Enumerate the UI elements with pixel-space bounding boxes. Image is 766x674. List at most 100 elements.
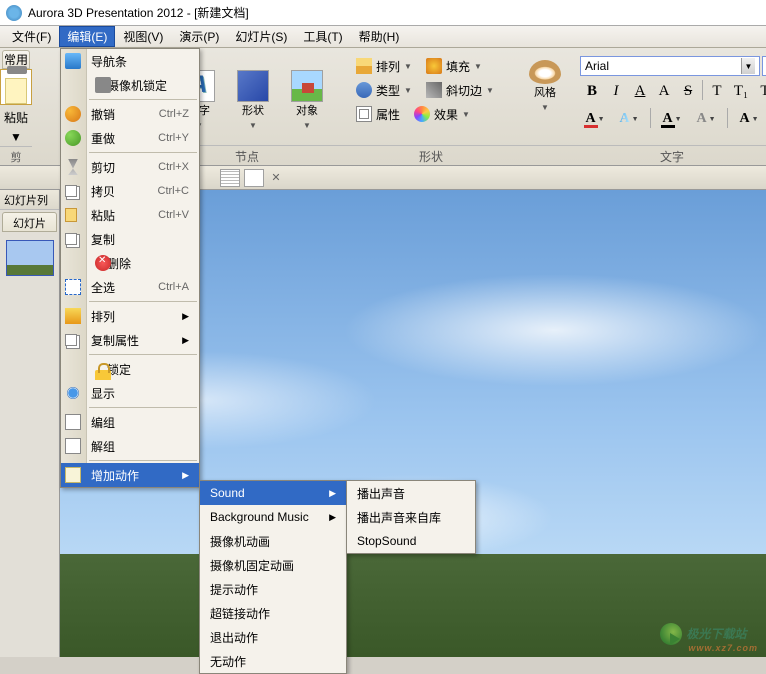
- menu-item[interactable]: 排列▶: [61, 304, 199, 328]
- paste-icon: [0, 69, 32, 105]
- chevron-down-icon: ▼: [632, 116, 639, 123]
- font-name-combo[interactable]: Arial▼: [580, 56, 760, 76]
- text-color-5[interactable]: A▼: [734, 108, 764, 130]
- bevel-icon: [426, 82, 442, 98]
- submenu-item[interactable]: 提示动作: [200, 577, 346, 601]
- object-button[interactable]: 对象▼: [284, 70, 330, 141]
- menu-item[interactable]: 摄像机锁定: [61, 73, 199, 97]
- menu-file[interactable]: 文件(F): [4, 26, 59, 47]
- edit-menu-dropdown[interactable]: 导航条摄像机锁定撤销Ctrl+Z重做Ctrl+Y 剪切Ctrl+X拷贝Ctrl+C…: [60, 48, 200, 488]
- submenu-item[interactable]: StopSound: [347, 529, 475, 553]
- italic-button[interactable]: I: [604, 80, 628, 102]
- view-1-button[interactable]: [220, 169, 240, 187]
- submenu-item[interactable]: 播出声音来自库: [347, 505, 475, 529]
- add-action-submenu[interactable]: Sound▶Background Music▶ 摄像机动画摄像机固定动画提示动作超…: [199, 480, 347, 674]
- submenu-item-label: 提示动作: [210, 581, 258, 598]
- menu-slide[interactable]: 幻灯片(S): [227, 26, 295, 47]
- menu-item[interactable]: 删除: [61, 251, 199, 275]
- subscript-button[interactable]: T₁: [729, 80, 753, 102]
- menu-view[interactable]: 视图(V): [115, 26, 171, 47]
- slide-list-title: 幻灯片列: [0, 190, 59, 210]
- menu-separator: [89, 99, 197, 100]
- app-icon: [6, 5, 22, 21]
- fill-button[interactable]: 填充▼: [422, 56, 486, 77]
- menu-tools[interactable]: 工具(T): [295, 26, 350, 47]
- underline-button[interactable]: A: [628, 80, 652, 102]
- submenu-item-label: 摄像机动画: [210, 533, 270, 550]
- chevron-right-icon: ▶: [182, 470, 189, 481]
- menu-item[interactable]: 粘贴Ctrl+V: [61, 203, 199, 227]
- fontcolor-button[interactable]: A: [652, 80, 676, 102]
- submenu-item[interactable]: Sound▶: [200, 481, 346, 505]
- strike-button[interactable]: S: [676, 80, 700, 102]
- effect-icon: [414, 106, 430, 122]
- submenu-item-label: 退出动作: [210, 629, 258, 646]
- menu-item-label: 解组: [91, 438, 115, 455]
- font-size-combo[interactable]: 8▼: [762, 56, 766, 76]
- style-button[interactable]: 风格▼: [522, 60, 568, 130]
- chevron-down-icon: ▼: [462, 110, 470, 119]
- submenu-item-label: 无动作: [210, 653, 246, 670]
- shape-button[interactable]: 形状▼: [230, 70, 276, 141]
- menu-bar[interactable]: 文件(F) 编辑(E) 视图(V) 演示(P) 幻灯片(S) 工具(T) 帮助(…: [0, 26, 766, 48]
- close-icon[interactable]: ✕: [268, 170, 284, 186]
- menu-item[interactable]: 导航条: [61, 49, 199, 73]
- divider: [702, 80, 703, 100]
- submenu-item[interactable]: 摄像机固定动画: [200, 553, 346, 577]
- nav-icon: [65, 53, 81, 69]
- menu-item[interactable]: 增加动作▶: [61, 463, 199, 487]
- submenu-item[interactable]: 超链接动作: [200, 601, 346, 625]
- chevron-down-icon: ▼: [752, 116, 759, 123]
- submenu-item[interactable]: 无动作: [200, 649, 346, 673]
- arrange-icon: [356, 58, 372, 74]
- menu-item[interactable]: 编组: [61, 410, 199, 434]
- font-group-label: 文字: [540, 145, 766, 165]
- text-t2-button[interactable]: T: [753, 80, 766, 102]
- type-button[interactable]: 类型▼: [352, 80, 416, 101]
- chevron-down-icon: ▼: [10, 130, 22, 144]
- menu-edit[interactable]: 编辑(E): [59, 26, 115, 47]
- text-color-3[interactable]: A▼: [657, 108, 687, 130]
- menu-item[interactable]: 撤销Ctrl+Z: [61, 102, 199, 126]
- submenu-item[interactable]: Background Music▶: [200, 505, 346, 529]
- chevron-down-icon: ▼: [303, 121, 311, 130]
- del-icon: [95, 255, 111, 271]
- bevel-button[interactable]: 斜切边▼: [422, 80, 498, 101]
- submenu-item[interactable]: 播出声音: [347, 481, 475, 505]
- menu-item[interactable]: 复制: [61, 227, 199, 251]
- submenu-item[interactable]: 退出动作: [200, 625, 346, 649]
- menu-item[interactable]: 显示: [61, 381, 199, 405]
- title-bar: Aurora 3D Presentation 2012 - [新建文档]: [0, 0, 766, 26]
- menu-item[interactable]: 重做Ctrl+Y: [61, 126, 199, 150]
- menu-item[interactable]: 锁定: [61, 357, 199, 381]
- text-color-2[interactable]: A▼: [614, 108, 644, 130]
- text-color-4[interactable]: A▼: [691, 108, 721, 130]
- sound-submenu[interactable]: 播出声音播出声音来自库StopSound: [346, 480, 476, 554]
- menu-item[interactable]: 复制属性▶: [61, 328, 199, 352]
- menu-item[interactable]: 剪切Ctrl+X: [61, 155, 199, 179]
- slide-thumbnail[interactable]: [6, 240, 54, 276]
- menu-help[interactable]: 帮助(H): [351, 26, 408, 47]
- text-t-button[interactable]: T: [705, 80, 729, 102]
- chevron-down-icon[interactable]: ▼: [741, 58, 755, 74]
- prop-button[interactable]: 属性: [352, 104, 404, 125]
- view-2-button[interactable]: [244, 169, 264, 187]
- menu-separator: [89, 460, 197, 461]
- menu-item[interactable]: 解组: [61, 434, 199, 458]
- redo-icon: [65, 130, 81, 146]
- arrange-button[interactable]: 排列▼: [352, 56, 416, 77]
- bold-button[interactable]: B: [580, 80, 604, 102]
- slide-tab[interactable]: 幻灯片: [2, 212, 57, 232]
- dup-icon: [65, 334, 77, 346]
- arrange2-icon: [65, 308, 81, 324]
- paste-button[interactable]: 粘贴 ▼: [0, 69, 32, 144]
- text-color-1[interactable]: A▼: [580, 108, 610, 130]
- menu-separator: [89, 152, 197, 153]
- clipboard-group-label: 剪: [0, 146, 32, 167]
- effect-button[interactable]: 效果▼: [410, 104, 474, 125]
- menu-item[interactable]: 全选Ctrl+A: [61, 275, 199, 299]
- menu-present[interactable]: 演示(P): [171, 26, 227, 47]
- submenu-item[interactable]: 摄像机动画: [200, 529, 346, 553]
- menu-item[interactable]: 拷贝Ctrl+C: [61, 179, 199, 203]
- chevron-down-icon: ▼: [404, 86, 412, 95]
